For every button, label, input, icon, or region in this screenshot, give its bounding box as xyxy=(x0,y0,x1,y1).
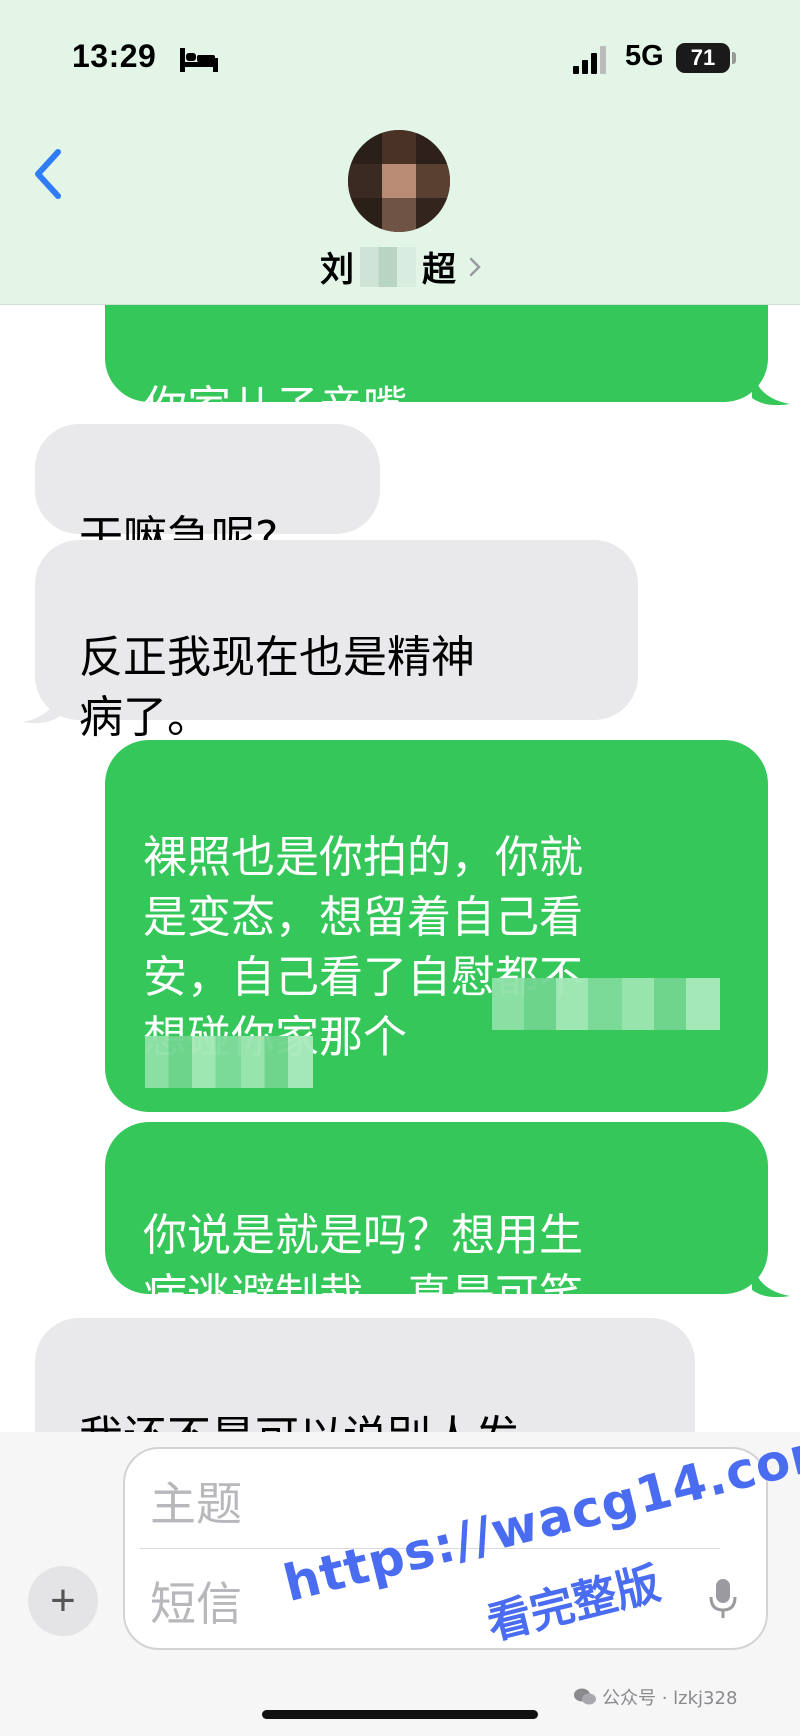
credit-text: 公众号 · lzkj328 xyxy=(602,1688,738,1709)
plus-button[interactable]: + xyxy=(28,1566,98,1636)
redacted-text xyxy=(492,978,720,1030)
wechat-icon xyxy=(574,1688,596,1705)
message-text: 你说是就是吗？想用生 病逃避制裁，真是可笑 xyxy=(143,1210,583,1321)
battery-tip xyxy=(732,52,736,64)
battery-level: 71 xyxy=(690,45,716,70)
bubble-tail xyxy=(22,686,60,724)
avatar[interactable] xyxy=(348,130,450,232)
message-bubble-incoming[interactable]: 反正我现在也是精神 病了。 xyxy=(35,540,638,743)
message-bubble-outgoing[interactable]: 你说是就是吗？想用生 病逃避制裁，真是可笑 xyxy=(105,1122,768,1321)
chevron-right-icon xyxy=(469,257,481,276)
signal-icon xyxy=(573,46,606,74)
bubble-tail xyxy=(752,368,790,406)
battery-icon: 71 xyxy=(676,43,730,73)
contact-name-last: 超 xyxy=(422,250,456,290)
message-bubble-incoming[interactable]: 我还不是可以说别人发 给我的，就像李龙和你 xyxy=(35,1318,695,1440)
status-time: 13:29 xyxy=(72,38,157,74)
wechat-credit: 公众号 · lzkj328 xyxy=(574,1684,737,1710)
microphone-icon[interactable] xyxy=(708,1578,738,1620)
contact-name[interactable]: 刘 超 xyxy=(320,242,482,291)
contact-name-first: 刘 xyxy=(320,250,354,290)
conversation-header: 13:29 5G 71 刘 超 xyxy=(0,0,800,305)
bed-icon xyxy=(180,48,218,72)
bubble-tail xyxy=(752,1260,790,1298)
network-type: 5G xyxy=(625,40,664,72)
back-icon[interactable] xyxy=(30,148,66,200)
message-bubble-incoming[interactable]: 干嘛急呢? xyxy=(35,424,380,563)
plus-icon: + xyxy=(50,1576,76,1625)
redacted-name xyxy=(360,246,416,287)
home-indicator xyxy=(262,1710,538,1719)
message-text: 反正我现在也是精神 病了。 xyxy=(79,632,475,743)
redacted-text xyxy=(145,1036,313,1088)
